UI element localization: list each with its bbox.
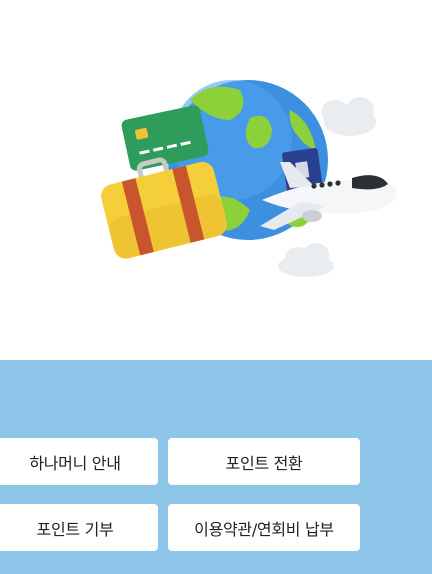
hanamoney-info-button[interactable]: 하나머니 안내: [0, 438, 158, 485]
travel-globe-illustration: [101, 80, 397, 277]
point-conversion-button[interactable]: 포인트 전환: [168, 438, 360, 485]
cloud-icon: [321, 97, 376, 136]
terms-annual-fee-button[interactable]: 이용약관/연회비 납부: [168, 504, 360, 551]
hero-section: [0, 0, 432, 360]
cloud-icon: [278, 243, 334, 277]
suitcase-icon: [101, 157, 227, 259]
point-donation-button[interactable]: 포인트 기부: [0, 504, 158, 551]
